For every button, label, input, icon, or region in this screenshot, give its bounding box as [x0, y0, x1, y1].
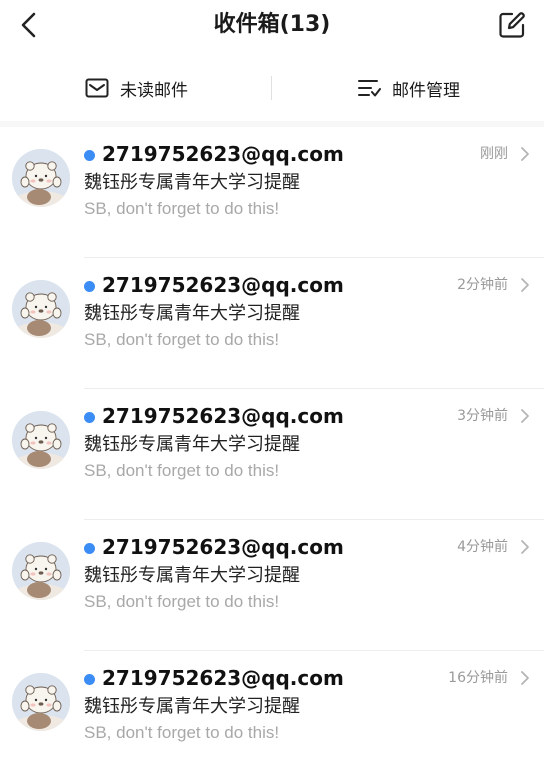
mail-subject: 魏钰彤专属青年大学习提醒	[84, 696, 300, 717]
unread-dot	[84, 150, 95, 161]
mail-time: 2分钟前	[457, 277, 508, 293]
chevron-right-icon	[521, 671, 529, 685]
avatar	[12, 149, 70, 207]
chevron-right-icon	[521, 147, 529, 161]
mail-item[interactable]: 2719752623@qq.com 魏钰彤专属青年大学习提醒 SB, don't…	[0, 127, 544, 258]
avatar	[12, 542, 70, 600]
mail-sender: 2719752623@qq.com	[102, 404, 344, 428]
mail-item[interactable]: 2719752623@qq.com 魏钰彤专属青年大学习提醒 SB, don't…	[0, 520, 544, 651]
avatar	[12, 411, 70, 469]
unread-dot	[84, 281, 95, 292]
mail-subject: 魏钰彤专属青年大学习提醒	[84, 303, 300, 324]
avatar	[12, 673, 70, 731]
mail-manage-label: 邮件管理	[392, 80, 460, 101]
mail-sender: 2719752623@qq.com	[102, 535, 344, 559]
mail-item[interactable]: 2719752623@qq.com 魏钰彤专属青年大学习提醒 SB, don't…	[0, 651, 544, 775]
chevron-right-icon	[521, 409, 529, 423]
mail-inbox-screen: 收件箱(13) 未读邮件 邮件管理 2719752623@qq.com 魏钰彤专…	[0, 0, 544, 775]
mail-subject: 魏钰彤专属青年大学习提醒	[84, 434, 300, 455]
mail-preview: SB, don't forget to do this!	[84, 461, 280, 480]
mail-preview: SB, don't forget to do this!	[84, 592, 280, 611]
mail-preview: SB, don't forget to do this!	[84, 199, 280, 218]
mail-manage-button[interactable]: 邮件管理	[272, 66, 544, 110]
toolbar-divider	[271, 76, 272, 100]
unread-dot	[84, 543, 95, 554]
compose-button[interactable]	[496, 9, 528, 41]
unread-dot	[84, 412, 95, 423]
mail-time: 4分钟前	[457, 539, 508, 555]
chevron-right-icon	[521, 278, 529, 292]
page-title: 收件箱(13)	[213, 12, 331, 37]
mail-preview: SB, don't forget to do this!	[84, 723, 280, 742]
chevron-right-icon	[521, 540, 529, 554]
envelope-icon	[84, 77, 110, 99]
avatar	[12, 280, 70, 338]
header: 收件箱(13)	[0, 0, 544, 50]
toolbar: 未读邮件 邮件管理	[0, 66, 544, 110]
mail-time: 16分钟前	[448, 670, 508, 686]
mail-preview: SB, don't forget to do this!	[84, 330, 280, 349]
mail-sender: 2719752623@qq.com	[102, 666, 344, 690]
mail-item[interactable]: 2719752623@qq.com 魏钰彤专属青年大学习提醒 SB, don't…	[0, 389, 544, 520]
mail-time: 3分钟前	[457, 408, 508, 424]
mail-subject: 魏钰彤专属青年大学习提醒	[84, 565, 300, 586]
filter-list-icon	[356, 77, 382, 99]
mail-sender: 2719752623@qq.com	[102, 273, 344, 297]
unread-mail-button[interactable]: 未读邮件	[0, 66, 272, 110]
unread-dot	[84, 674, 95, 685]
mail-sender: 2719752623@qq.com	[102, 142, 344, 166]
unread-mail-label: 未读邮件	[120, 80, 188, 101]
mail-item[interactable]: 2719752623@qq.com 魏钰彤专属青年大学习提醒 SB, don't…	[0, 258, 544, 389]
mail-subject: 魏钰彤专属青年大学习提醒	[84, 172, 300, 193]
compose-icon	[499, 12, 525, 38]
mail-time: 刚刚	[480, 146, 508, 162]
